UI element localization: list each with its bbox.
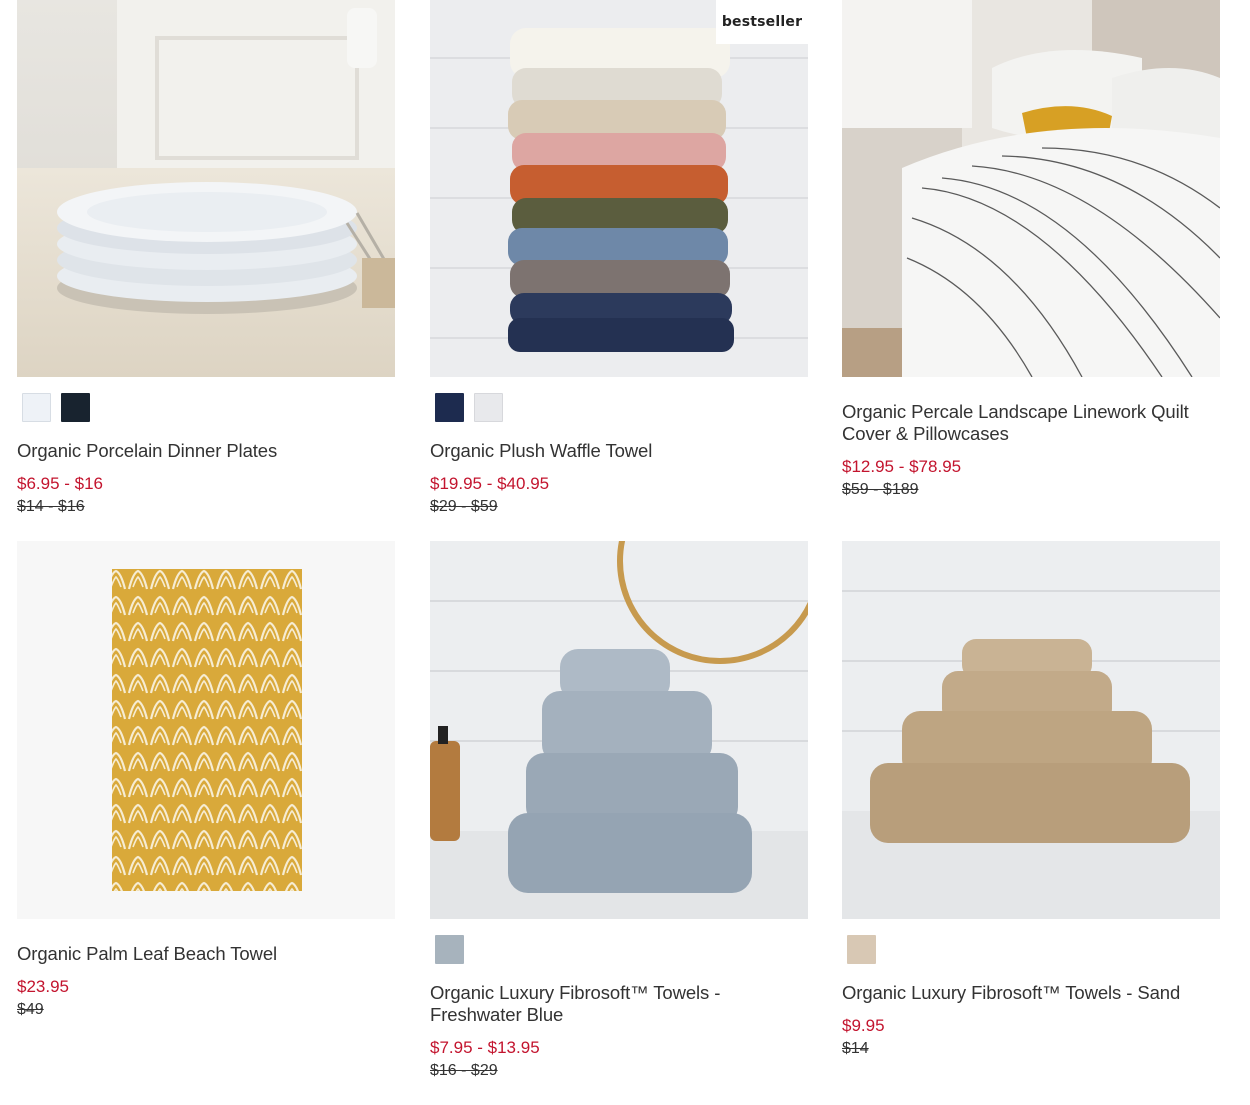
original-price: $59 - $189	[842, 481, 919, 498]
color-swatch-blue[interactable]	[435, 935, 464, 964]
color-swatch-navy[interactable]	[61, 393, 90, 422]
original-price: $14 - $16	[17, 498, 85, 515]
product-card: Organic Luxury Fibrosoft™ Towels - Sand …	[842, 541, 1220, 1058]
original-price: $29 - $59	[430, 498, 498, 515]
product-title[interactable]: Organic Porcelain Dinner Plates	[17, 440, 395, 462]
product-title[interactable]: Organic Luxury Fibrosoft™ Towels - Fresh…	[430, 982, 808, 1026]
color-swatches	[842, 919, 1220, 965]
color-swatch-navy[interactable]	[435, 393, 464, 422]
product-card: Organic Porcelain Dinner Plates $6.95 - …	[17, 0, 395, 516]
product-card: Organic Percale Landscape Linework Quilt…	[842, 0, 1220, 499]
color-swatches	[17, 377, 395, 423]
product-image[interactable]	[17, 0, 395, 377]
original-price: $49	[17, 1001, 44, 1018]
product-image[interactable]	[430, 541, 808, 919]
original-price: $14	[842, 1040, 869, 1057]
product-image[interactable]: bestseller	[430, 0, 808, 377]
sale-price: $23.95	[17, 977, 69, 996]
sale-price: $6.95 - $16	[17, 474, 104, 493]
sale-price: $7.95 - $13.95	[430, 1038, 540, 1057]
color-swatch-sand[interactable]	[847, 935, 876, 964]
sale-price: $9.95	[842, 1016, 885, 1035]
product-card: Organic Luxury Fibrosoft™ Towels - Fresh…	[430, 541, 808, 1080]
color-swatch-white[interactable]	[474, 393, 503, 422]
product-title[interactable]: Organic Palm Leaf Beach Towel	[17, 943, 395, 965]
bestseller-badge: bestseller	[716, 0, 808, 44]
product-title[interactable]: Organic Plush Waffle Towel	[430, 440, 808, 462]
product-image[interactable]	[842, 0, 1220, 377]
product-image[interactable]	[17, 541, 395, 919]
product-title[interactable]: Organic Percale Landscape Linework Quilt…	[842, 401, 1220, 445]
original-price: $16 - $29	[430, 1062, 498, 1079]
sale-price: $19.95 - $40.95	[430, 474, 550, 493]
color-swatches	[430, 377, 808, 423]
color-swatches	[430, 919, 808, 965]
product-card: bestseller Organic Plush Waffle Towel $1…	[430, 0, 808, 516]
product-card: Organic Palm Leaf Beach Towel $23.95 $49	[17, 541, 395, 1019]
color-swatch-white[interactable]	[22, 393, 51, 422]
product-title[interactable]: Organic Luxury Fibrosoft™ Towels - Sand	[842, 982, 1220, 1004]
sale-price: $12.95 - $78.95	[842, 457, 962, 476]
product-image[interactable]	[842, 541, 1220, 919]
